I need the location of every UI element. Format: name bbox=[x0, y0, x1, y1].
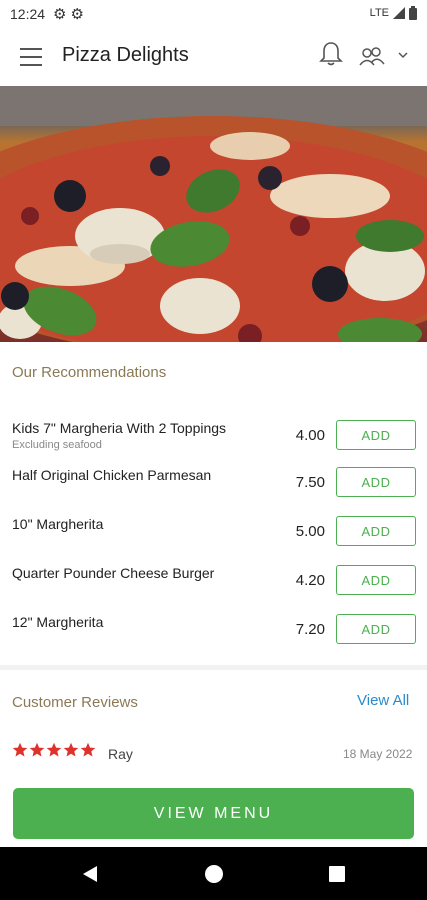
list-item: Kids 7" Margheria With 2 Toppings Exclud… bbox=[0, 420, 427, 460]
recents-icon[interactable] bbox=[329, 866, 345, 882]
view-all-link[interactable]: View All bbox=[357, 692, 409, 709]
reviews-card: Customer Reviews View All Ray 18 May 202… bbox=[0, 670, 427, 780]
view-menu-button[interactable]: VIEW MENU bbox=[13, 788, 414, 839]
recommendations-card: Our Recommendations Kids 7" Margheria Wi… bbox=[0, 342, 427, 665]
hamburger-menu-icon[interactable] bbox=[20, 48, 42, 66]
item-name: 10" Margherita bbox=[12, 516, 104, 532]
page-title: Pizza Delights bbox=[62, 44, 189, 66]
status-bar: 12:24 ⚙ ⚙ LTE bbox=[0, 0, 427, 28]
reviews-title: Customer Reviews bbox=[12, 694, 138, 711]
bell-icon[interactable] bbox=[318, 40, 344, 68]
hero-pizza-image bbox=[0, 86, 427, 342]
list-item: Quarter Pounder Cheese Burger 4.20 ADD bbox=[0, 565, 427, 605]
add-button[interactable]: ADD bbox=[336, 516, 416, 546]
item-price: 7.50 bbox=[295, 474, 325, 491]
item-name: Kids 7" Margheria With 2 Toppings bbox=[12, 420, 227, 436]
item-subtitle: Excluding seafood bbox=[12, 439, 102, 451]
item-name: 12" Margherita bbox=[12, 614, 104, 630]
status-time: 12:24 bbox=[10, 6, 46, 22]
chevron-down-icon[interactable] bbox=[396, 48, 410, 62]
group-icon[interactable] bbox=[358, 44, 386, 68]
settings-notification-icon: ⚙ bbox=[53, 6, 67, 23]
item-price: 5.00 bbox=[295, 523, 325, 540]
star-icon bbox=[63, 742, 79, 757]
network-label: LTE bbox=[369, 7, 389, 19]
item-name: Half Original Chicken Parmesan bbox=[12, 467, 212, 483]
add-button[interactable]: ADD bbox=[336, 467, 416, 497]
list-item: 12" Margherita 7.20 ADD bbox=[0, 614, 427, 654]
battery-icon bbox=[409, 6, 417, 20]
item-price: 7.20 bbox=[295, 621, 325, 638]
item-price: 4.20 bbox=[295, 572, 325, 589]
star-icon bbox=[80, 742, 96, 757]
settings-notification-icon-2: ⚙ bbox=[70, 6, 84, 23]
star-rating bbox=[12, 742, 96, 758]
star-icon bbox=[12, 742, 28, 757]
app-bar: Pizza Delights bbox=[0, 28, 427, 86]
reviewer-name: Ray bbox=[108, 746, 133, 762]
star-icon bbox=[29, 742, 45, 757]
list-item: Half Original Chicken Parmesan 7.50 ADD bbox=[0, 467, 427, 507]
item-name: Quarter Pounder Cheese Burger bbox=[12, 565, 215, 581]
back-icon[interactable] bbox=[82, 865, 98, 883]
add-button[interactable]: ADD bbox=[336, 565, 416, 595]
recommendations-title: Our Recommendations bbox=[12, 364, 167, 381]
item-price: 4.00 bbox=[295, 427, 325, 444]
add-button[interactable]: ADD bbox=[336, 420, 416, 450]
pizza-illustration bbox=[0, 86, 427, 342]
add-button[interactable]: ADD bbox=[336, 614, 416, 644]
signal-icon bbox=[393, 7, 405, 19]
system-nav-bar bbox=[0, 847, 427, 900]
star-icon bbox=[46, 742, 62, 757]
home-icon[interactable] bbox=[205, 865, 223, 883]
review-date: 18 May 2022 bbox=[343, 747, 413, 761]
list-item: 10" Margherita 5.00 ADD bbox=[0, 516, 427, 556]
